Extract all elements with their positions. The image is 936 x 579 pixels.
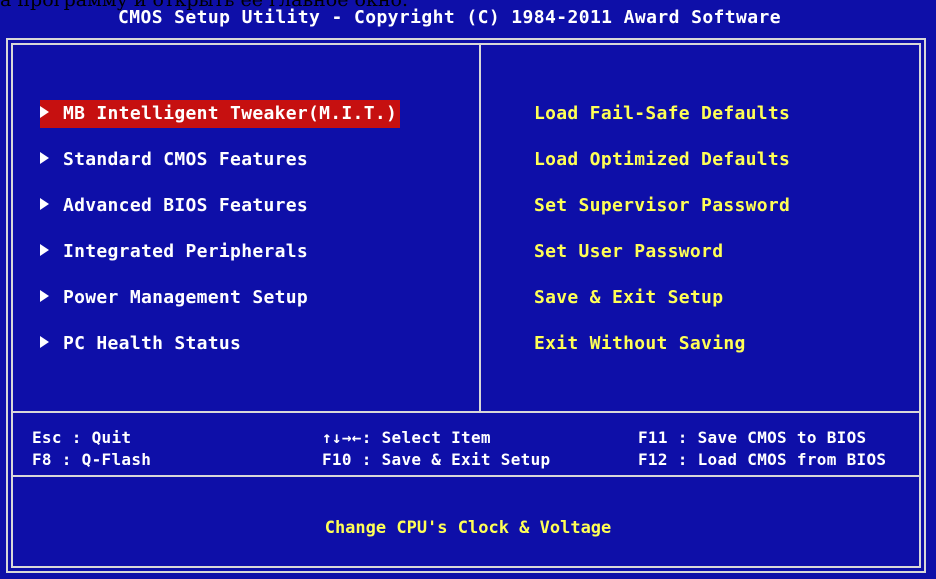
menu-item-pc-health-status[interactable]: PC Health Status [40,330,241,358]
help-f12-load-cmos: F12 : Load CMOS from BIOS [638,450,887,469]
menu-item-advanced-bios-features[interactable]: Advanced BIOS Features [40,192,308,220]
menu-item-label: Integrated Peripherals [63,241,309,262]
help-select-item: ↑↓→←: Select Item [322,428,491,447]
submenu-arrow-icon [40,198,49,210]
status-divider [12,475,921,477]
menu-item-standard-cmos-features[interactable]: Standard CMOS Features [40,146,308,174]
menu-item-save-exit-setup[interactable]: Save & Exit Setup [534,284,723,312]
help-divider [12,411,921,413]
menu-item-set-supervisor-password[interactable]: Set Supervisor Password [534,192,790,220]
menu-item-set-user-password[interactable]: Set User Password [534,238,723,266]
submenu-arrow-icon [40,290,49,302]
submenu-arrow-icon [40,152,49,164]
column-divider [479,44,481,412]
menu-item-label: MB Intelligent Tweaker(M.I.T.) [63,103,398,124]
status-description: Change CPU's Clock & Voltage [324,518,612,538]
menu-item-integrated-peripherals[interactable]: Integrated Peripherals [40,238,308,266]
submenu-arrow-icon [40,244,49,256]
menu-item-power-management-setup[interactable]: Power Management Setup [40,284,308,312]
menu-item-exit-without-saving[interactable]: Exit Without Saving [534,330,746,358]
menu-item-label: PC Health Status [63,333,242,354]
bios-screen: CMOS Setup Utility - Copyright (C) 1984-… [0,0,936,579]
help-f11-save-cmos: F11 : Save CMOS to BIOS [638,428,867,447]
menu-item-load-fail-safe-defaults[interactable]: Load Fail-Safe Defaults [534,100,790,128]
menu-item-load-optimized-defaults[interactable]: Load Optimized Defaults [534,146,790,174]
help-f8-qflash: F8 : Q-Flash [32,450,152,469]
menu-item-label: Standard CMOS Features [63,149,309,170]
help-f10-save-exit: F10 : Save & Exit Setup [322,450,551,469]
menu-item-label: Power Management Setup [63,287,309,308]
menu-item-label: Advanced BIOS Features [63,195,309,216]
document-caption-fragment: а программу и открыть ее главное окно. [0,0,408,11]
menu-item-mb-intelligent-tweaker[interactable]: MB Intelligent Tweaker(M.I.T.) [40,100,401,128]
submenu-arrow-icon [40,336,49,348]
submenu-arrow-icon [40,106,49,118]
help-esc-quit: Esc : Quit [32,428,132,447]
